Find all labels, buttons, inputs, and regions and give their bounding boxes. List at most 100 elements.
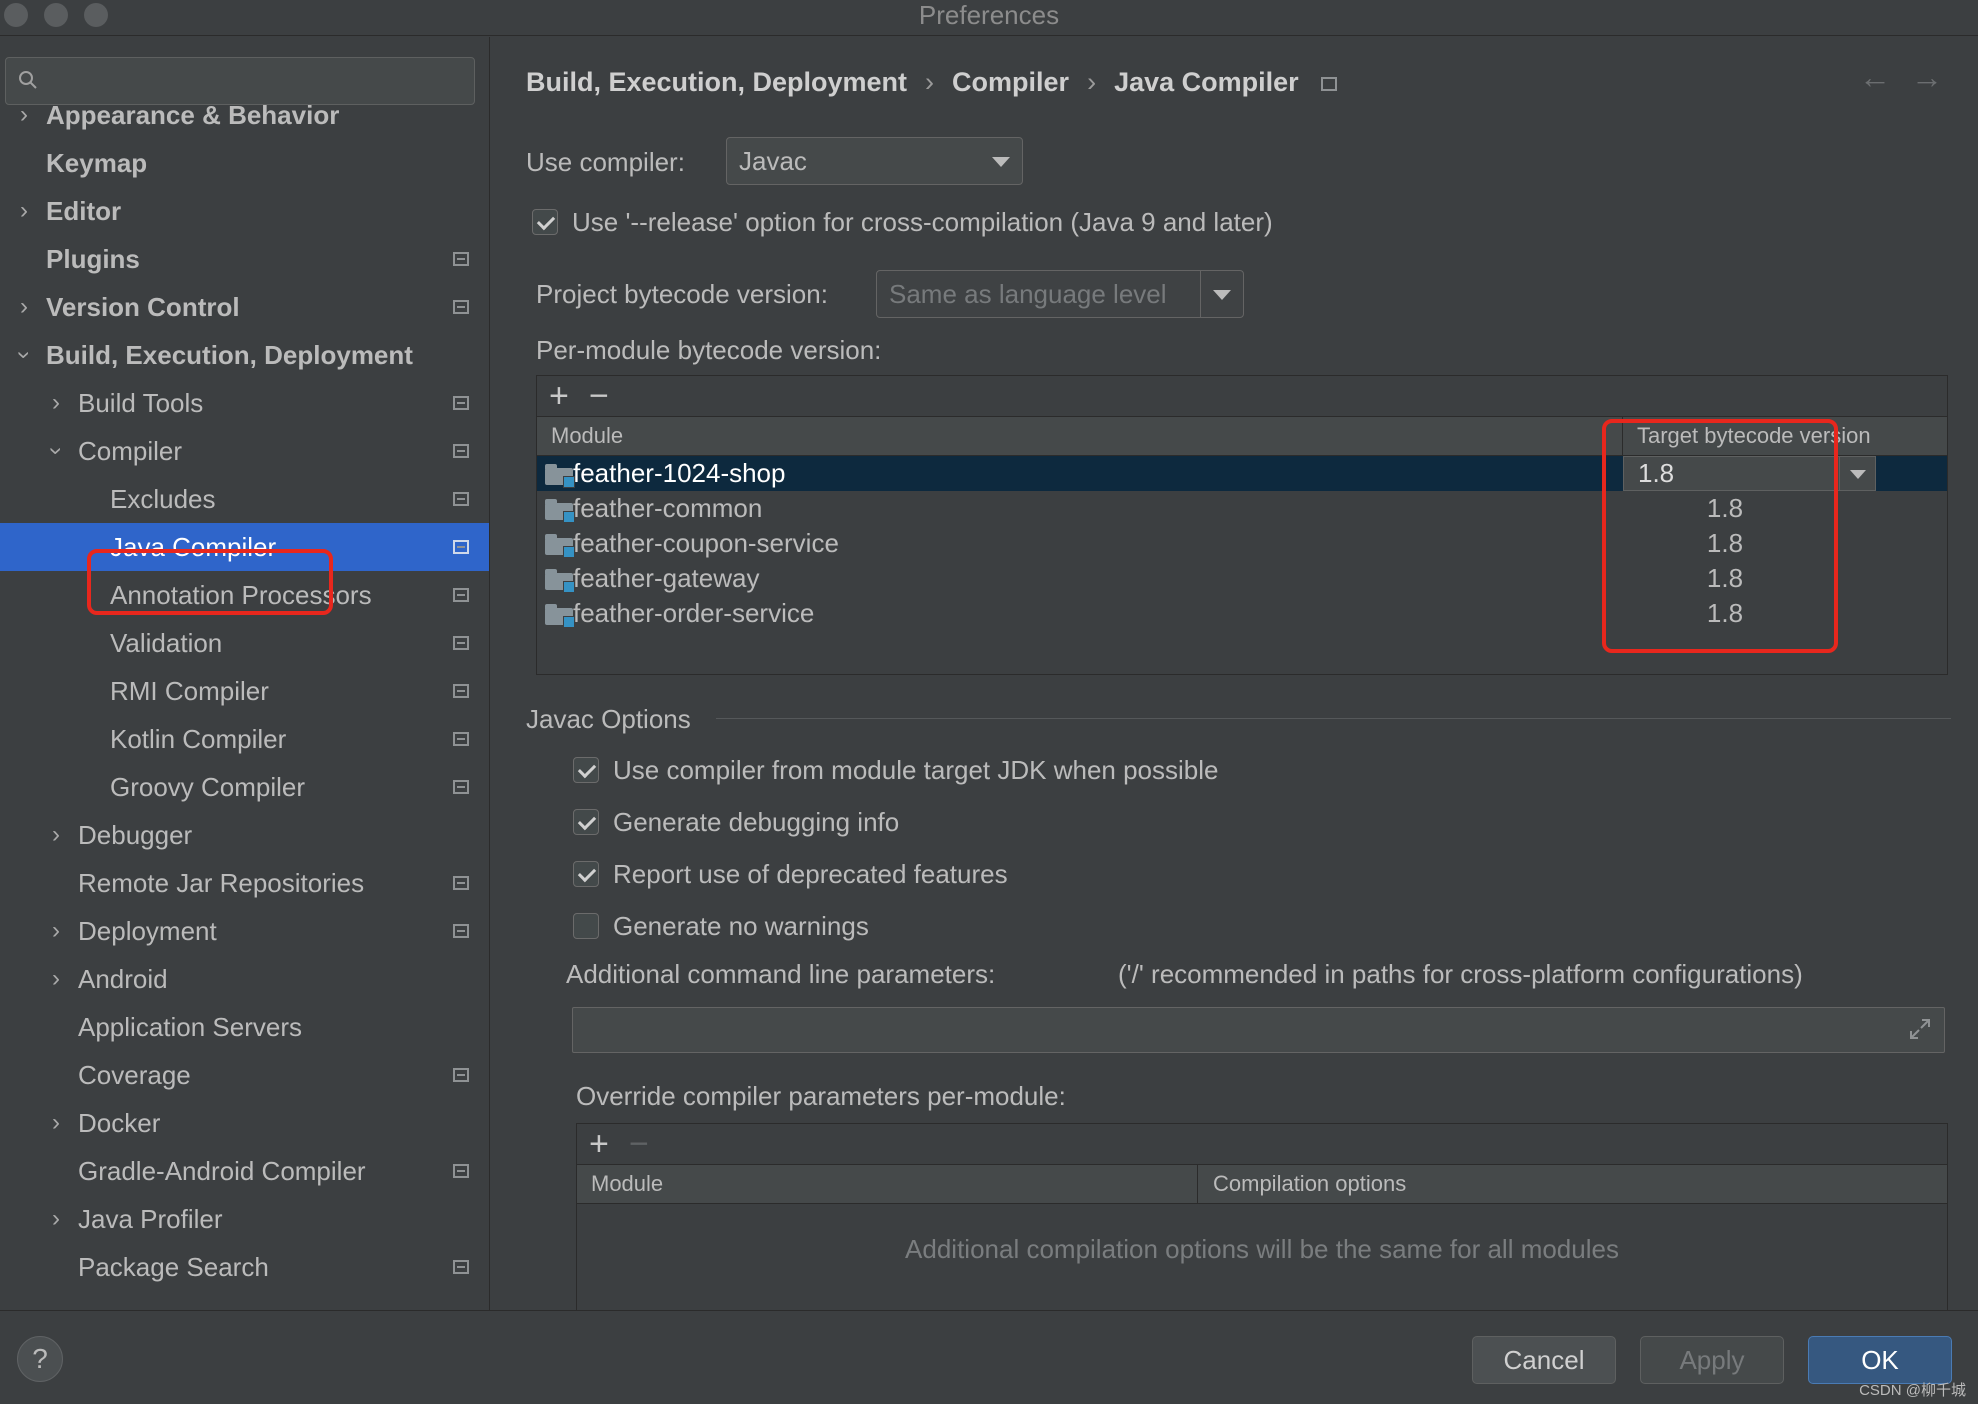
project-bytecode-dropdown[interactable]: Same as language level [876,270,1244,318]
add-module-button[interactable]: + [549,378,569,414]
sidebar-item-deployment[interactable]: › Deployment [0,907,489,955]
cancel-button[interactable]: Cancel [1472,1336,1616,1384]
expand-icon[interactable] [1908,1017,1932,1041]
project-settings-icon [453,540,469,554]
module-folder-icon [545,499,575,523]
sidebar-item-coverage[interactable]: Coverage [0,1051,489,1099]
dropdown-arrow-icon [992,157,1010,167]
project-settings-icon [453,876,469,890]
sidebar-item-debugger[interactable]: › Debugger [0,811,489,859]
empty-table-message: Additional compilation options will be t… [905,1234,1619,1264]
chevron-right-icon: › [52,965,60,992]
breadcrumb-item[interactable]: Build, Execution, Deployment [526,67,907,97]
sidebar-item-build-tools[interactable]: › Build Tools [0,379,489,427]
sidebar-item-kotlin-compiler[interactable]: Kotlin Compiler [0,715,489,763]
generate-no-warnings-label: Generate no warnings [613,911,869,941]
project-settings-icon [453,252,469,266]
dropdown-arrow-icon [1213,290,1231,300]
override-params-table: + − Module Compilation options Additiona… [576,1123,1948,1310]
breadcrumb-item: Java Compiler [1114,67,1299,97]
sidebar-item-excludes[interactable]: Excludes [0,475,489,523]
chevron-right-icon: › [52,1109,60,1136]
sidebar-item-build-execution-deployment[interactable]: › Build, Execution, Deployment [0,331,489,379]
use-module-target-jdk-checkbox[interactable] [573,757,599,783]
column-header-module[interactable]: Module [551,417,623,455]
additional-params-input[interactable] [572,1007,1945,1053]
dropdown-divider [1200,271,1201,317]
dropdown-arrow-icon[interactable] [1839,456,1876,491]
chevron-right-icon: › [20,293,28,320]
release-option-checkbox[interactable] [532,209,558,235]
project-settings-icon [453,732,469,746]
sidebar-item-plugins[interactable]: Plugins [0,235,489,283]
chevron-right-icon: › [20,197,28,224]
project-settings-icon [453,300,469,314]
column-header-compilation-options[interactable]: Compilation options [1213,1165,1406,1203]
chevron-down-icon: › [11,351,38,359]
sidebar-item-validation[interactable]: Validation [0,619,489,667]
chevron-right-icon: › [20,101,28,128]
sidebar-item-android[interactable]: › Android [0,955,489,1003]
release-option-label: Use '--release' option for cross-compila… [572,207,1273,237]
project-settings-icon [453,1164,469,1178]
project-settings-icon [453,684,469,698]
module-folder-icon [545,604,575,628]
sidebar-item-gradle-android-compiler[interactable]: Gradle-Android Compiler [0,1147,489,1195]
sidebar-item-remote-jar-repositories[interactable]: Remote Jar Repositories [0,859,489,907]
chevron-right-icon: › [52,389,60,416]
project-settings-icon [453,1260,469,1274]
project-settings-icon [453,396,469,410]
sidebar-item-appearance-behavior[interactable]: › Appearance & Behavior [0,91,489,139]
help-button[interactable]: ? [17,1336,63,1382]
module-folder-icon [545,569,575,593]
additional-params-hint: ('/' recommended in paths for cross-plat… [1118,959,1803,989]
chevron-right-icon: › [52,1205,60,1232]
report-deprecated-checkbox[interactable] [573,861,599,887]
sidebar-item-docker[interactable]: › Docker [0,1099,489,1147]
table-header: Module Compilation options [577,1164,1947,1204]
remove-override-button[interactable]: − [629,1126,649,1162]
window-title: Preferences [918,0,1060,30]
sidebar-item-application-servers[interactable]: Application Servers [0,1003,489,1051]
override-params-label: Override compiler parameters per-module: [576,1081,1066,1111]
remove-module-button[interactable]: − [589,378,609,414]
table-toolbar: + − [577,1124,1947,1164]
chevron-right-icon: › [52,917,60,944]
forward-arrow-icon[interactable]: → [1911,59,1943,96]
generate-no-warnings-checkbox[interactable] [573,913,599,939]
generate-debugging-info-checkbox[interactable] [573,809,599,835]
add-override-button[interactable]: + [589,1126,609,1162]
settings-sidebar: › Appearance & Behavior Keymap › Editor … [0,37,490,1310]
project-settings-icon [453,636,469,650]
module-folder-icon [545,534,575,558]
project-settings-icon [453,780,469,794]
sidebar-item-rmi-compiler[interactable]: RMI Compiler [0,667,489,715]
sidebar-item-compiler[interactable]: › Compiler [0,427,489,475]
apply-button[interactable]: Apply [1640,1336,1784,1384]
project-bytecode-label: Project bytecode version: [536,279,828,309]
project-settings-icon [1320,76,1337,91]
breadcrumb-separator: › [1087,67,1097,97]
project-settings-icon [453,924,469,938]
sidebar-item-version-control[interactable]: › Version Control [0,283,489,331]
additional-params-label: Additional command line parameters: [566,959,996,989]
generate-debugging-info-label: Generate debugging info [613,807,900,837]
use-compiler-dropdown[interactable]: Javac [726,137,1023,185]
sidebar-item-editor[interactable]: › Editor [0,187,489,235]
ok-button[interactable]: OK [1808,1336,1952,1384]
project-settings-icon [453,1068,469,1082]
title-bar: Preferences [0,0,1978,36]
dialog-footer: ? Cancel Apply OK CSDN @柳千城 [0,1310,1978,1404]
column-header-module[interactable]: Module [591,1165,663,1203]
chevron-right-icon: › [52,821,60,848]
breadcrumb-item[interactable]: Compiler [952,67,1069,97]
chevron-down-icon: › [43,447,70,455]
sidebar-item-java-profiler[interactable]: › Java Profiler [0,1195,489,1243]
javac-options-title: Javac Options [526,704,691,734]
group-separator [716,718,1951,719]
sidebar-item-groovy-compiler[interactable]: Groovy Compiler [0,763,489,811]
back-arrow-icon[interactable]: ← [1859,59,1891,96]
sidebar-item-keymap[interactable]: Keymap [0,139,489,187]
sidebar-item-package-search[interactable]: Package Search [0,1243,489,1291]
table-toolbar: + − [537,376,1947,416]
